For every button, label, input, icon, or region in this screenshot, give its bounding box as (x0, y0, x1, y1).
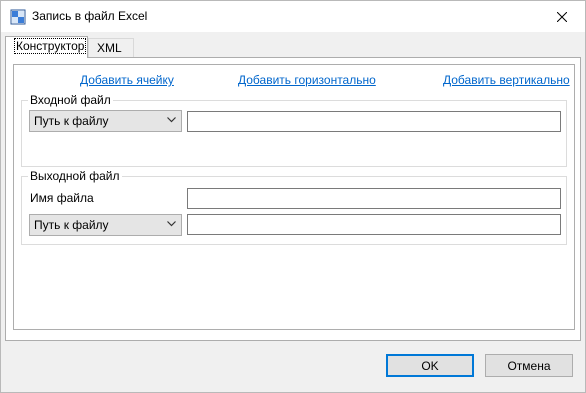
input-path-type-value: Путь к файлу (34, 114, 109, 128)
output-path-field[interactable] (187, 214, 561, 235)
tab-xml-label: XML (97, 41, 122, 55)
input-file-group-title: Входной файл (28, 93, 113, 107)
tab-constructor-label: Конструктор (14, 38, 87, 54)
dialog-window: Запись в файл Excel Конструктор XML Доба… (0, 0, 586, 393)
tab-constructor[interactable]: Конструктор (5, 36, 88, 58)
cancel-button[interactable]: Отмена (485, 354, 573, 377)
tab-xml[interactable]: XML (88, 38, 134, 57)
constructor-panel: Добавить ячейку Добавить горизонтально Д… (13, 64, 575, 330)
tab-panel-constructor: Добавить ячейку Добавить горизонтально Д… (5, 57, 581, 341)
chevron-down-icon (167, 117, 176, 123)
dialog-footer: OK Отмена (1, 341, 585, 392)
chevron-down-icon (167, 221, 176, 227)
title-bar: Запись в файл Excel (1, 1, 585, 32)
input-path-field[interactable] (187, 111, 561, 132)
add-horizontal-link[interactable]: Добавить горизонтально (238, 73, 376, 87)
close-button[interactable] (539, 1, 585, 32)
close-icon (557, 11, 567, 22)
input-file-group: Входной файл Путь к файлу (21, 93, 567, 167)
output-file-group: Выходной файл Имя файла Путь к файлу (21, 169, 567, 245)
filename-label: Имя файла (30, 191, 94, 205)
add-cell-link[interactable]: Добавить ячейку (80, 73, 174, 87)
add-vertical-link[interactable]: Добавить вертикально (443, 73, 570, 87)
excel-app-icon (10, 9, 26, 25)
output-path-type-select[interactable]: Путь к файлу (29, 214, 182, 236)
dialog-client: Конструктор XML Добавить ячейку Добавить… (1, 32, 585, 392)
ok-button[interactable]: OK (386, 354, 474, 377)
output-file-group-title: Выходной файл (28, 169, 122, 183)
input-path-type-select[interactable]: Путь к файлу (29, 110, 182, 132)
window-title: Запись в файл Excel (32, 9, 148, 23)
output-filename-field[interactable] (187, 188, 561, 209)
output-path-type-value: Путь к файлу (34, 218, 109, 232)
